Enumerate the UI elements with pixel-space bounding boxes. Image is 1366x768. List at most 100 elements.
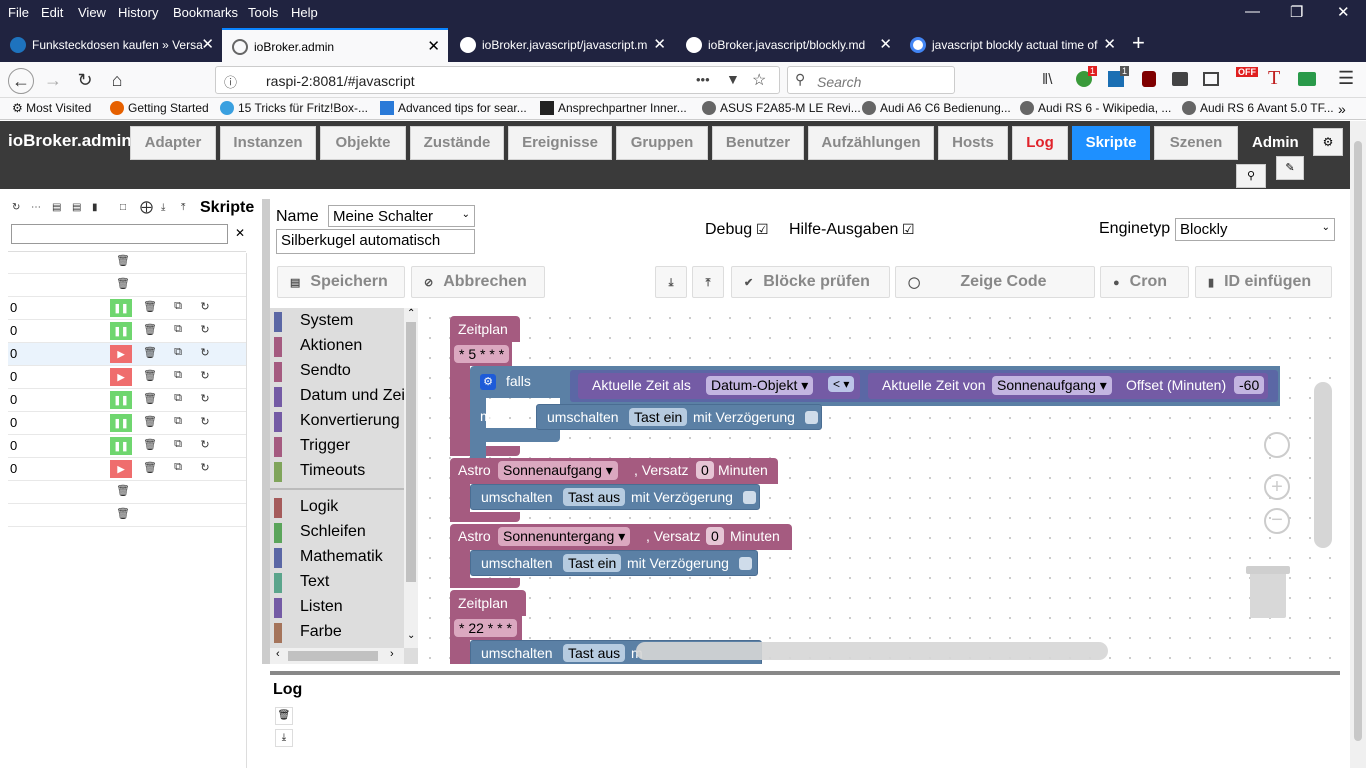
check-blocks-button[interactable]: ✔ Blöcke prüfen [731,266,890,298]
toolbox-vscroll-thumb[interactable] [406,322,416,582]
insert-id-button[interactable]: ▮ ID einfügen [1195,266,1332,298]
scroll-right-icon[interactable]: › [390,648,394,660]
close-tab-icon[interactable]: ✕ [1103,35,1116,53]
user-label[interactable]: Admin [1252,134,1299,151]
toolbox-category[interactable]: Text [274,571,404,593]
toggle-block[interactable]: umschalten Tast aus mit Verzögerung [470,484,760,510]
mutator-gear-icon[interactable]: ⚙ [480,374,496,390]
restart-icon[interactable]: ↻ [194,300,216,313]
restart-icon[interactable]: ↻ [194,392,216,405]
folder-icon[interactable]: ▤ [52,202,61,213]
toolbox-category[interactable]: Aktionen [274,335,404,357]
astro-sunrise-dropdown[interactable]: Sonnenaufgang ▾ [498,461,618,480]
target-field[interactable]: Tast aus [563,488,626,506]
script-row[interactable]: 🗑 [8,274,246,297]
minimize-icon[interactable]: — [1245,3,1260,20]
copy-icon[interactable]: ⧉ [167,346,189,359]
bookmark-audi-a6[interactable]: Audi A6 C6 Bedienung... [862,101,1011,115]
new-tab-button[interactable]: + [1132,30,1145,56]
export-icon[interactable]: ⤒ [181,202,185,213]
tab-log[interactable]: Log [1012,126,1068,160]
tab-gruppen[interactable]: Gruppen [616,126,708,160]
extension-green2-icon[interactable] [1298,72,1316,86]
bookmark-asus[interactable]: ASUS F2A85-M LE Revi... [702,101,861,115]
astro-offset-field[interactable]: 0 [706,527,724,545]
scripts-splitter[interactable] [246,253,258,768]
copy-icon[interactable]: ⧉ [167,300,189,313]
reader-icon[interactable] [1203,72,1219,86]
delete-trash-icon[interactable]: 🗑 [139,461,161,474]
script-row[interactable]: 🗑 [8,251,246,274]
menu-history[interactable]: History [118,5,158,20]
search-icon[interactable]: ⚲ [1236,164,1266,188]
menu-help[interactable]: Help [291,5,318,20]
tab-javascript-md[interactable]: ioBroker.javascript/javascript.m ✕ [450,28,674,62]
tab-adapter[interactable]: Adapter [130,126,216,160]
workspace-hscrollbar[interactable] [636,642,1108,660]
forward-icon[interactable]: → [40,68,66,94]
astro-sunset-dropdown[interactable]: Sonnenuntergang ▾ [498,527,631,546]
close-window-icon[interactable]: ✕ [1337,3,1350,21]
schedule-block[interactable]: Zeitplan [450,590,526,616]
offset-field[interactable]: -60 [1234,376,1265,394]
library-icon[interactable]: ‖\ [1042,71,1052,88]
refresh-icon[interactable]: ↻ [12,202,20,213]
restart-icon[interactable]: ↻ [194,438,216,451]
tab-ereignisse[interactable]: Ereignisse [508,126,612,160]
delay-checkbox[interactable] [805,411,818,424]
tab-szenen[interactable]: Szenen [1154,126,1238,160]
zoom-in-icon[interactable]: + [1264,474,1290,500]
copy-icon[interactable]: ⧉ [167,438,189,451]
reload-icon[interactable]: ↻ [72,68,98,94]
cancel-button[interactable]: ⊘ Abbrechen [411,266,545,298]
script-row[interactable]: 0 ❚❚ 🗑 ⧉ ↻ [8,389,246,412]
clear-filter-icon[interactable]: ✕ [235,226,245,240]
script-row[interactable]: 0 ▶ 🗑 ⧉ ↻ [8,343,246,366]
tab-blockly-md[interactable]: ioBroker.javascript/blockly.md ✕ [676,28,900,62]
zoom-out-icon[interactable]: − [1264,508,1290,534]
pause-icon[interactable]: ❚❚ [110,414,132,432]
toolbox-category[interactable]: Trigger [274,435,404,457]
toolbox-category[interactable]: Sendto [274,360,404,382]
close-tab-icon[interactable]: ✕ [879,35,892,53]
copy-icon[interactable]: ⧉ [167,392,189,405]
toolbox-category[interactable]: Timeouts [274,460,404,482]
delete-trash-icon[interactable]: 🗑 [112,507,134,520]
if-block[interactable]: ⚙ falls [470,366,560,398]
new-file-icon[interactable]: □ [120,202,126,213]
pause-icon[interactable]: ❚❚ [110,391,132,409]
astro-offset-field[interactable]: 0 [696,461,714,479]
script-row[interactable]: 0 ❚❚ 🗑 ⧉ ↻ [8,412,246,435]
target-field[interactable]: Tast ein [563,554,622,572]
current-time-as-block[interactable]: Aktuelle Zeit als Datum-Objekt ▾ [578,373,860,399]
blockly-workspace[interactable]: Zeitplan * 5 * * * ⚙ falls mache Aktuell… [420,308,1338,664]
tab-instanzen[interactable]: Instanzen [220,126,316,160]
pause-icon[interactable]: ❚❚ [110,299,132,317]
script-row[interactable]: 🗑 [8,504,246,527]
search-bar[interactable]: ⚲ Search [787,66,955,94]
pocket-icon[interactable]: ▼ [726,71,740,87]
toolbox-category[interactable]: Mathematik [274,546,404,568]
tab-google-search[interactable]: javascript blockly actual time of ✕ [900,28,1124,62]
restart-icon[interactable]: ↻ [194,369,216,382]
close-tab-icon[interactable]: ✕ [653,35,666,53]
copy-icon[interactable]: ⧉ [167,323,189,336]
delay-checkbox[interactable] [739,557,752,570]
tab-zustaende[interactable]: Zustände [410,126,504,160]
close-tab-icon[interactable]: ✕ [427,37,440,55]
script-row[interactable]: 0 ❚❚ 🗑 ⧉ ↻ [8,435,246,458]
tab-iobroker-admin[interactable]: ioBroker.admin ✕ [222,28,448,62]
panel-splitter[interactable] [262,199,270,664]
hamburger-menu-icon[interactable]: ☰ [1338,68,1354,89]
play-icon[interactable]: ▶ [110,460,132,478]
toolbox-hscroll-thumb[interactable] [288,651,378,661]
download-log-icon[interactable]: ⤓ [275,729,293,747]
bookmark-ansprechpartner[interactable]: Ansprechpartner Inner... [540,101,687,115]
trash-can-icon[interactable] [1250,572,1286,618]
url-bar[interactable]: ⓘ raspi-2:8081/#javascript ••• ▼ ☆ [215,66,780,94]
close-tab-icon[interactable]: ✕ [201,35,214,53]
extension-off-badge[interactable]: OFF [1236,67,1258,77]
bookmark-advanced-tips[interactable]: Advanced tips for sear... [380,101,527,115]
workspace-vscrollbar[interactable] [1314,382,1332,548]
scroll-up-icon[interactable]: ⌃ [407,308,415,319]
